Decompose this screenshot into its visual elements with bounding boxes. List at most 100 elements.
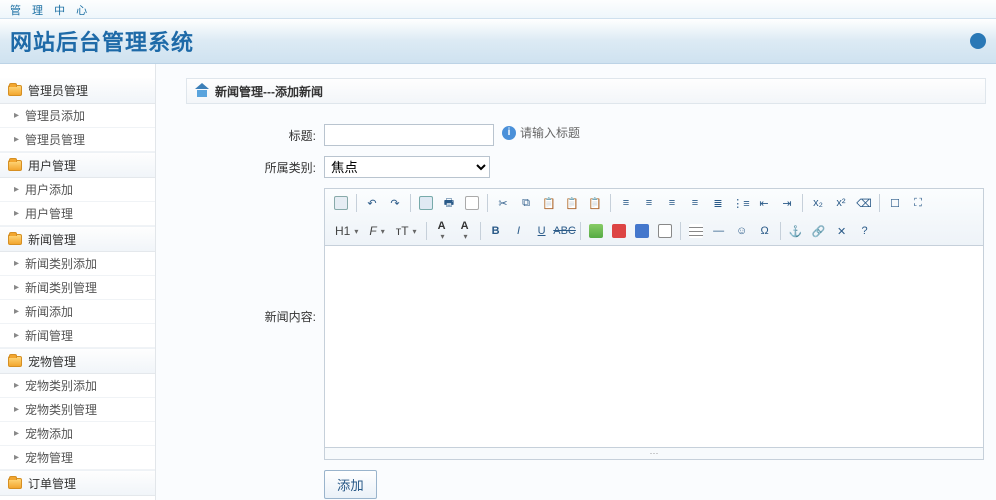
cut-icon[interactable]: ✂	[493, 193, 513, 213]
sidebar-item-4-0[interactable]: 订单管理	[0, 496, 155, 500]
align-center-icon[interactable]: ≡	[639, 193, 659, 213]
top-label: 管 理 中 心	[10, 5, 91, 17]
sidebar-group-label: 管理员管理	[28, 82, 88, 99]
sidebar-item-2-1[interactable]: 新闻类别管理	[0, 276, 155, 300]
sidebar-item-3-0[interactable]: 宠物类别添加	[0, 374, 155, 398]
sidebar-item-0-1[interactable]: 管理员管理	[0, 128, 155, 152]
source-icon[interactable]	[331, 193, 351, 213]
sidebar-item-label: 宠物类别管理	[25, 401, 97, 418]
folder-icon	[8, 356, 22, 367]
sidebar-item-2-2[interactable]: 新闻添加	[0, 300, 155, 324]
paste-word-icon[interactable]: 📋	[585, 193, 605, 213]
preview-icon[interactable]	[416, 193, 436, 213]
sidebar-item-2-0[interactable]: 新闻类别添加	[0, 252, 155, 276]
print-icon[interactable]: 🖶	[439, 193, 459, 213]
fullscreen-icon[interactable]: ⛶	[908, 193, 928, 213]
resize-handle[interactable]: ⋯	[324, 448, 984, 460]
strike-icon[interactable]: ABC	[555, 221, 575, 241]
sidebar-group-0[interactable]: 管理员管理	[0, 78, 155, 104]
file-icon[interactable]	[655, 221, 675, 241]
unlink-icon[interactable]: ✕	[832, 221, 852, 241]
image-icon[interactable]	[586, 221, 606, 241]
user-icon[interactable]	[970, 33, 986, 49]
undo-icon[interactable]: ↶	[362, 193, 382, 213]
sidebar-item-label: 宠物添加	[25, 425, 73, 442]
font-dropdown[interactable]: F	[365, 221, 388, 241]
sidebar-item-label: 管理员添加	[25, 107, 85, 124]
title-input[interactable]	[324, 124, 494, 146]
rich-editor: ↶ ↷ 🖶 ✂ ⧉ 📋 📋 📋 ≡ ≡	[324, 188, 984, 460]
sidebar-item-2-3[interactable]: 新闻管理	[0, 324, 155, 348]
sidebar-group-1[interactable]: 用户管理	[0, 152, 155, 178]
category-select[interactable]: 焦点	[324, 156, 490, 178]
sidebar-group-label: 订单管理	[28, 475, 76, 492]
align-left-icon[interactable]: ≡	[616, 193, 636, 213]
main-content: 新闻管理---添加新闻 标题: i 请输入标题 所属类别: 焦点 新闻内容:	[156, 64, 996, 500]
folder-icon	[8, 85, 22, 96]
sidebar-item-label: 新闻类别添加	[25, 255, 97, 272]
sidebar-item-1-1[interactable]: 用户管理	[0, 202, 155, 226]
folder-icon	[8, 160, 22, 171]
special-char-icon[interactable]: Ω	[755, 221, 775, 241]
italic-icon[interactable]: I	[509, 221, 529, 241]
paste-icon[interactable]: 📋	[539, 193, 559, 213]
size-dropdown[interactable]: тT	[392, 221, 421, 241]
sidebar-item-label: 新闻管理	[25, 327, 73, 344]
text-color-dropdown[interactable]: A	[432, 221, 452, 241]
label-category: 所属类别:	[186, 156, 324, 176]
sidebar: 管理员管理管理员添加管理员管理用户管理用户添加用户管理新闻管理新闻类别添加新闻类…	[0, 64, 156, 500]
sidebar-item-label: 管理员管理	[25, 131, 85, 148]
anchor-icon[interactable]: ⚓	[786, 221, 806, 241]
bg-color-dropdown[interactable]: A	[455, 221, 475, 241]
media-icon[interactable]	[632, 221, 652, 241]
list-ul-icon[interactable]: ⋮≡	[731, 193, 751, 213]
sidebar-item-label: 用户管理	[25, 205, 73, 222]
submit-button[interactable]: 添加	[324, 470, 377, 499]
top-bar: 管 理 中 心	[0, 0, 996, 18]
editor-body[interactable]	[324, 246, 984, 448]
sidebar-item-0-0[interactable]: 管理员添加	[0, 104, 155, 128]
hr-icon[interactable]: —	[709, 221, 729, 241]
redo-icon[interactable]: ↷	[385, 193, 405, 213]
header: 网站后台管理系统	[0, 18, 996, 64]
align-right-icon[interactable]: ≡	[662, 193, 682, 213]
title-hint: i 请输入标题	[502, 124, 580, 141]
sidebar-group-2[interactable]: 新闻管理	[0, 226, 155, 252]
copy-icon[interactable]: ⧉	[516, 193, 536, 213]
site-title: 网站后台管理系统	[10, 25, 194, 57]
table-icon[interactable]	[686, 221, 706, 241]
list-ol-icon[interactable]: ≣	[708, 193, 728, 213]
select-all-icon[interactable]: ☐	[885, 193, 905, 213]
label-title: 标题:	[186, 124, 324, 144]
sidebar-group-label: 宠物管理	[28, 353, 76, 370]
align-justify-icon[interactable]: ≡	[685, 193, 705, 213]
flash-icon[interactable]	[609, 221, 629, 241]
sidebar-item-1-0[interactable]: 用户添加	[0, 178, 155, 202]
superscript-icon[interactable]: x²	[831, 193, 851, 213]
indent-icon[interactable]: ⇥	[777, 193, 797, 213]
sidebar-group-4[interactable]: 订单管理	[0, 470, 155, 496]
sidebar-group-3[interactable]: 宠物管理	[0, 348, 155, 374]
heading-dropdown[interactable]: H1	[331, 221, 362, 241]
sidebar-item-label: 用户添加	[25, 181, 73, 198]
underline-icon[interactable]: U	[532, 221, 552, 241]
subscript-icon[interactable]: x₂	[808, 193, 828, 213]
label-content: 新闻内容:	[186, 188, 324, 325]
bold-icon[interactable]: B	[486, 221, 506, 241]
folder-icon	[8, 478, 22, 489]
sidebar-group-label: 用户管理	[28, 157, 76, 174]
link-icon[interactable]: 🔗	[809, 221, 829, 241]
info-icon: i	[502, 126, 516, 140]
sidebar-item-3-2[interactable]: 宠物添加	[0, 422, 155, 446]
breadcrumb: 新闻管理---添加新闻	[186, 78, 986, 104]
remove-format-icon[interactable]: ⌫	[854, 193, 874, 213]
sidebar-group-label: 新闻管理	[28, 231, 76, 248]
emoji-icon[interactable]: ☺	[732, 221, 752, 241]
home-icon	[195, 85, 209, 97]
sidebar-item-3-3[interactable]: 宠物管理	[0, 446, 155, 470]
outdent-icon[interactable]: ⇤	[754, 193, 774, 213]
help-icon[interactable]: ?	[855, 221, 875, 241]
template-icon[interactable]	[462, 193, 482, 213]
paste-text-icon[interactable]: 📋	[562, 193, 582, 213]
sidebar-item-3-1[interactable]: 宠物类别管理	[0, 398, 155, 422]
